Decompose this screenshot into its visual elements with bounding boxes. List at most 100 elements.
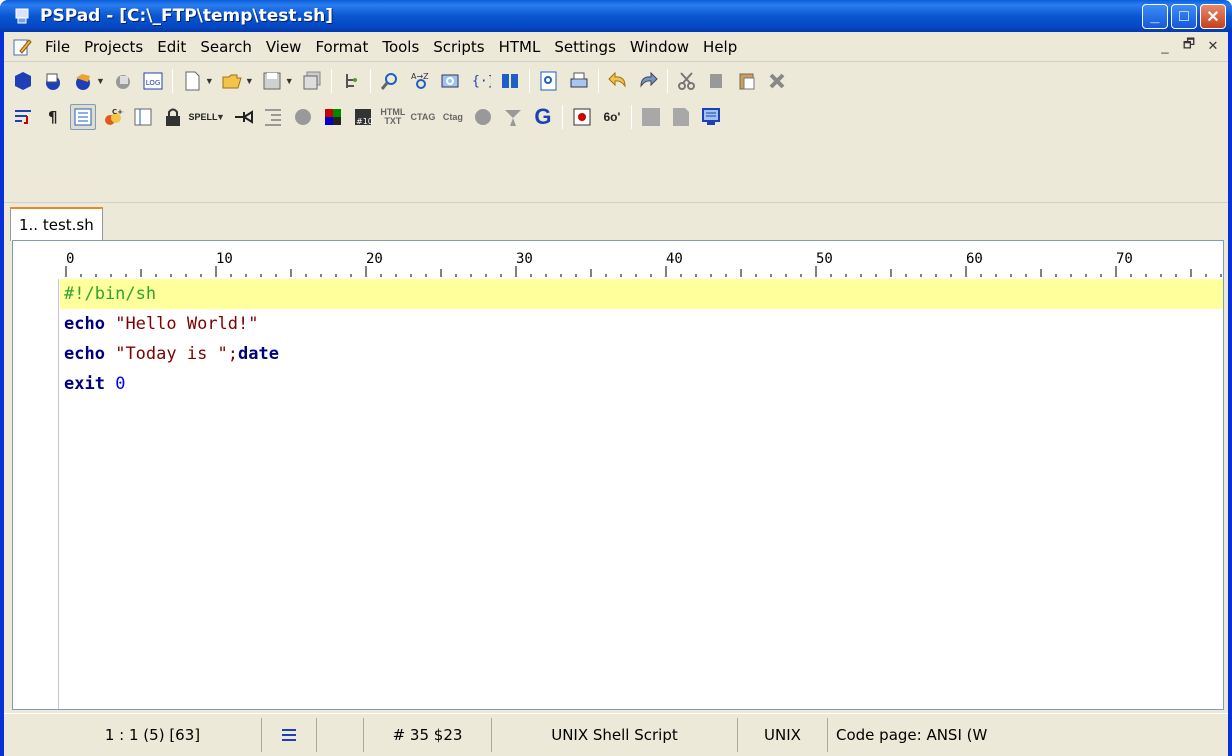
- line-numbers-icon[interactable]: [70, 104, 96, 130]
- code-token: 0: [115, 374, 126, 394]
- editor-gutter: [13, 279, 59, 709]
- document-tabs: 1.. test.sh: [4, 202, 1228, 241]
- window-title: PSPad - [C:\_FTP\temp\test.sh]: [40, 6, 333, 26]
- chevron-down-icon[interactable]: ▼: [205, 76, 214, 86]
- ruler-label: 20: [366, 251, 383, 267]
- code-line[interactable]: #!/bin/sh: [60, 279, 1223, 309]
- ruler-label: 60: [966, 251, 983, 267]
- lowercase-tags-icon[interactable]: Ctag: [440, 104, 466, 130]
- secondary-toolbar: ¶ C++ SPELL ▼ #10 HTML TXT CTAG Ctag G 6…: [4, 99, 1228, 135]
- menu-settings[interactable]: Settings: [547, 38, 623, 56]
- column-mode-icon[interactable]: [130, 104, 156, 130]
- gray-block-icon[interactable]: [638, 104, 664, 130]
- menu-search[interactable]: Search: [193, 38, 259, 56]
- open-project-icon[interactable]: [40, 68, 66, 94]
- braces-icon[interactable]: {·}: [467, 68, 493, 94]
- mdi-close-button[interactable]: ✕: [1202, 36, 1224, 56]
- glasses-icon[interactable]: 6o': [599, 104, 625, 130]
- code-line[interactable]: exit 0: [60, 369, 1223, 399]
- pilcrow-icon[interactable]: ¶: [40, 104, 66, 130]
- redo-icon[interactable]: [635, 68, 661, 94]
- title-bar[interactable]: PSPad - [C:\_FTP\temp\test.sh] _ □ ✕: [0, 0, 1232, 32]
- save-icon[interactable]: [259, 68, 285, 94]
- gray-page-icon[interactable]: [668, 104, 694, 130]
- color-picker-icon[interactable]: [320, 104, 346, 130]
- status-position: 1 : 1 (5) [63]: [44, 718, 262, 752]
- code-text[interactable]: #!/bin/sh echo "Hello World!" echo "Today …: [60, 279, 1223, 709]
- mdi-minimize-button[interactable]: _: [1154, 36, 1176, 56]
- chevron-down-icon[interactable]: ▼: [96, 76, 105, 86]
- status-syntax[interactable]: UNIX Shell Script: [492, 718, 738, 752]
- search-icon[interactable]: [377, 68, 403, 94]
- status-codepage[interactable]: Code page: ANSI (W: [828, 718, 1008, 752]
- monitor-icon[interactable]: [698, 104, 724, 130]
- preview-icon[interactable]: [536, 68, 562, 94]
- menu-projects[interactable]: Projects: [77, 38, 150, 56]
- undo-icon[interactable]: [605, 68, 631, 94]
- uppercase-tags-icon[interactable]: CTAG: [410, 104, 436, 130]
- status-line-ending[interactable]: UNIX: [738, 718, 828, 752]
- record-icon[interactable]: [569, 104, 595, 130]
- cut-icon[interactable]: [674, 68, 700, 94]
- menu-html[interactable]: HTML: [492, 38, 548, 56]
- editor-area[interactable]: 0 10 20 30 40 50 60 70 #!/bin/sh echo "Hello Wor…: [12, 240, 1224, 710]
- menu-file[interactable]: File: [38, 38, 77, 56]
- search-files-icon[interactable]: [437, 68, 463, 94]
- stop-icon[interactable]: [470, 104, 496, 130]
- word-wrap-icon[interactable]: [10, 104, 36, 130]
- status-char-code: # 35 $23: [364, 718, 492, 752]
- open-folder-icon[interactable]: [219, 68, 245, 94]
- paste-icon[interactable]: [734, 68, 760, 94]
- syntax-cpp-icon[interactable]: C++: [100, 104, 126, 130]
- menu-bar: File Projects Edit Search View Format To…: [4, 32, 1228, 62]
- lock-icon[interactable]: [160, 104, 186, 130]
- menu-tools[interactable]: Tools: [375, 38, 426, 56]
- code-line[interactable]: echo "Today is ";date: [60, 339, 1223, 369]
- chevron-down-icon[interactable]: ▼: [285, 76, 294, 86]
- html-to-text-icon[interactable]: HTML TXT: [380, 104, 406, 130]
- chevron-down-icon[interactable]: ▼: [245, 76, 254, 86]
- chevron-down-icon[interactable]: ▼: [216, 112, 225, 122]
- close-project-icon[interactable]: [110, 68, 136, 94]
- replace-icon[interactable]: A→Z: [407, 68, 433, 94]
- record-macro-icon[interactable]: [290, 104, 316, 130]
- mdi-restore-button[interactable]: 🗗: [1178, 36, 1200, 56]
- menu-edit[interactable]: Edit: [150, 38, 193, 56]
- document-pencil-icon[interactable]: [12, 37, 32, 57]
- menu-window[interactable]: Window: [623, 38, 696, 56]
- print-icon[interactable]: [566, 68, 592, 94]
- google-icon[interactable]: G: [530, 104, 556, 130]
- minimize-button[interactable]: _: [1142, 4, 1168, 29]
- validator-icon[interactable]: [500, 104, 526, 130]
- menu-help[interactable]: Help: [696, 38, 744, 56]
- spell-check-icon[interactable]: SPELL: [189, 104, 218, 130]
- recent-projects-icon[interactable]: [70, 68, 96, 94]
- indent-icon[interactable]: [260, 104, 286, 130]
- tab-test-sh[interactable]: 1.. test.sh: [10, 207, 103, 241]
- menu-format[interactable]: Format: [308, 38, 375, 56]
- ruler-label: 50: [816, 251, 833, 267]
- log-icon[interactable]: LOG: [140, 68, 166, 94]
- ruler-label: 70: [1116, 251, 1133, 267]
- project-blue-icon[interactable]: [10, 68, 36, 94]
- menu-scripts[interactable]: Scripts: [426, 38, 491, 56]
- svg-text:C++: C++: [112, 108, 124, 116]
- code-token: exit: [64, 374, 105, 394]
- pin-icon[interactable]: [230, 104, 256, 130]
- new-file-icon[interactable]: [179, 68, 205, 94]
- delete-icon[interactable]: [764, 68, 790, 94]
- text-lines-icon: [262, 718, 317, 752]
- tree-icon[interactable]: [338, 68, 364, 94]
- pspad-app-icon[interactable]: [12, 6, 32, 26]
- svg-text:LOG: LOG: [146, 79, 161, 87]
- menu-view[interactable]: View: [259, 38, 309, 56]
- copy-icon[interactable]: [704, 68, 730, 94]
- hex-color-icon[interactable]: #10: [350, 104, 376, 130]
- save-all-icon[interactable]: [299, 68, 325, 94]
- book-icon[interactable]: [497, 68, 523, 94]
- maximize-button[interactable]: □: [1171, 4, 1197, 29]
- close-button[interactable]: ✕: [1200, 4, 1226, 29]
- code-line[interactable]: echo "Hello World!": [60, 309, 1223, 339]
